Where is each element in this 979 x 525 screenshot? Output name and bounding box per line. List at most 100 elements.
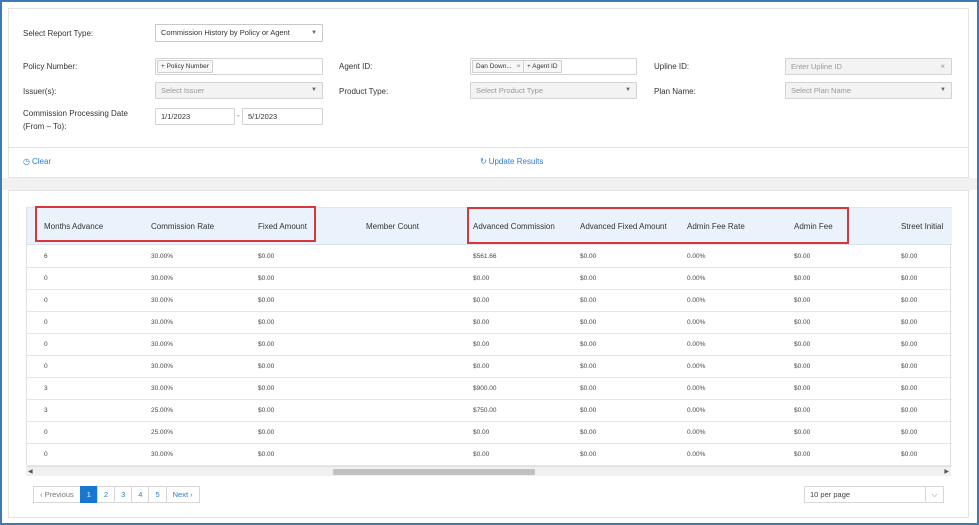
upline-id-label: Upline ID: [654,62,690,71]
report-type-value: Commission History by Policy or Agent [161,28,290,37]
upline-id-input[interactable]: Enter Upline ID × [785,58,952,75]
table-cell: 0.00% [687,429,706,436]
table-cell: $0.00 [473,341,490,348]
issuers-select[interactable]: Select Issuer ▼ [155,82,323,99]
table-cell: $0.00 [580,451,597,458]
table-row: 6 30.00% $0.00 $561.66 $0.00 0.00% $0.00 $0.00 [27,246,952,268]
table-row: 0 30.00% $0.00 $0.00 $0.00 0.00% $0.00 $0.00 [27,312,952,334]
table-cell: 30.00% [151,253,174,260]
date-from-value: 1/1/2023 [161,112,191,121]
table-cell: 0.00% [687,341,706,348]
table-cell: $0.00 [901,429,918,436]
table-cell: $0.00 [580,319,597,326]
next-button[interactable]: Next › [165,486,200,503]
report-type-label: Select Report Type: [23,29,94,38]
issuers-placeholder: Select Issuer [161,86,205,95]
date-to-value: 5/1/2023 [248,112,278,121]
table-cell: 30.00% [151,385,174,392]
table-cell: $0.00 [794,407,811,414]
table-cell: 0.00% [687,275,706,282]
section-separator [2,178,977,190]
table-cell: $0.00 [258,275,275,282]
table-cell: $0.00 [258,319,275,326]
update-results-button[interactable]: ↻ Update Results [480,157,543,167]
table-cell: $0.00 [473,363,490,370]
per-page-select[interactable]: 10 per page ⌵ [804,486,944,503]
column-header[interactable]: Member Count [366,208,419,246]
previous-button[interactable]: ‹ Previous [33,486,81,503]
policy-number-field[interactable]: + Policy Number [155,58,323,75]
page-2-button[interactable]: 2 [96,486,116,503]
table-cell: 0 [44,451,48,458]
table-cell: $0.00 [258,429,275,436]
table-cell: $0.00 [580,385,597,392]
remove-icon[interactable]: × [517,63,521,70]
add-agent-id-chip[interactable]: + Agent ID [523,60,562,73]
table-cell: $0.00 [794,253,811,260]
horizontal-scrollbar[interactable]: ◀ ▶ [26,466,951,476]
table-cell: 0 [44,297,48,304]
date-to-input[interactable]: 5/1/2023 [242,108,323,125]
table-cell: $750.00 [473,407,497,414]
table-cell: $0.00 [901,319,918,326]
column-header[interactable]: Street Initial [901,208,943,246]
date-from-input[interactable]: 1/1/2023 [155,108,235,125]
scrollbar-thumb[interactable] [333,469,535,475]
page-5-button[interactable]: 5 [148,486,167,503]
table-cell: $900.00 [473,385,497,392]
table-cell: 0.00% [687,253,706,260]
per-page-value: 10 per page [810,490,851,499]
table-cell: $0.00 [258,385,275,392]
clear-button[interactable]: ◷ Clear [23,157,51,167]
table-cell: 30.00% [151,341,174,348]
table-cell: $0.00 [580,407,597,414]
table-cell: 0 [44,429,48,436]
product-type-select[interactable]: Select Product Type ▼ [470,82,637,99]
table-cell: 30.00% [151,297,174,304]
table-cell: $0.00 [794,363,811,370]
table-cell: $0.00 [794,297,811,304]
scroll-right-icon[interactable]: ▶ [944,467,949,477]
agent-id-field[interactable]: Dan Down... × + Agent ID [470,58,637,75]
chevron-down-icon: ▼ [940,87,946,93]
agent-chip[interactable]: Dan Down... × [472,60,525,73]
next-label: Next [172,490,189,499]
report-type-select[interactable]: Commission History by Policy or Agent ▼ [155,24,323,42]
table-cell: 25.00% [151,429,174,436]
page-4-button[interactable]: 4 [131,486,150,503]
table-cell: $0.00 [901,253,918,260]
table-cell: $0.00 [580,429,597,436]
table-row: 0 30.00% $0.00 $0.00 $0.00 0.00% $0.00 $0.00 [27,356,952,378]
policy-number-label: Policy Number: [23,62,78,71]
table-cell: 6 [44,253,48,260]
table-cell: $0.00 [473,429,490,436]
plan-name-select[interactable]: Select Plan Name ▼ [785,82,952,99]
table-cell: $0.00 [580,297,597,304]
table-cell: $0.00 [580,341,597,348]
divider [8,147,969,148]
table-cell: $0.00 [794,451,811,458]
table-cell: 30.00% [151,363,174,370]
table-cell: $0.00 [794,341,811,348]
product-type-placeholder: Select Product Type [476,86,543,95]
scroll-left-icon[interactable]: ◀ [28,467,33,477]
table-cell: $0.00 [901,363,918,370]
clear-icon[interactable]: × [940,59,945,74]
page-3-button[interactable]: 3 [114,486,133,503]
previous-label: Previous [44,490,74,499]
chevron-down-icon: ⌵ [925,487,943,502]
table-row: 0 30.00% $0.00 $0.00 $0.00 0.00% $0.00 $0.00 [27,290,952,312]
processing-date-label: Commission Processing Date [23,109,128,118]
table-cell: $0.00 [258,341,275,348]
table-cell: 0 [44,319,48,326]
table-cell: $0.00 [580,253,597,260]
table-row: 3 30.00% $0.00 $900.00 $0.00 0.00% $0.00 $0.00 [27,378,952,400]
page-1-button[interactable]: 1 [79,486,98,503]
table-cell: $0.00 [473,451,490,458]
update-results-label: Update Results [488,157,544,166]
table-cell: $0.00 [580,275,597,282]
clear-label: Clear [31,157,52,166]
add-policy-number-chip[interactable]: + Policy Number [157,60,213,73]
table-row: 0 30.00% $0.00 $0.00 $0.00 0.00% $0.00 $0.00 [27,268,952,290]
plan-name-placeholder: Select Plan Name [791,86,852,95]
